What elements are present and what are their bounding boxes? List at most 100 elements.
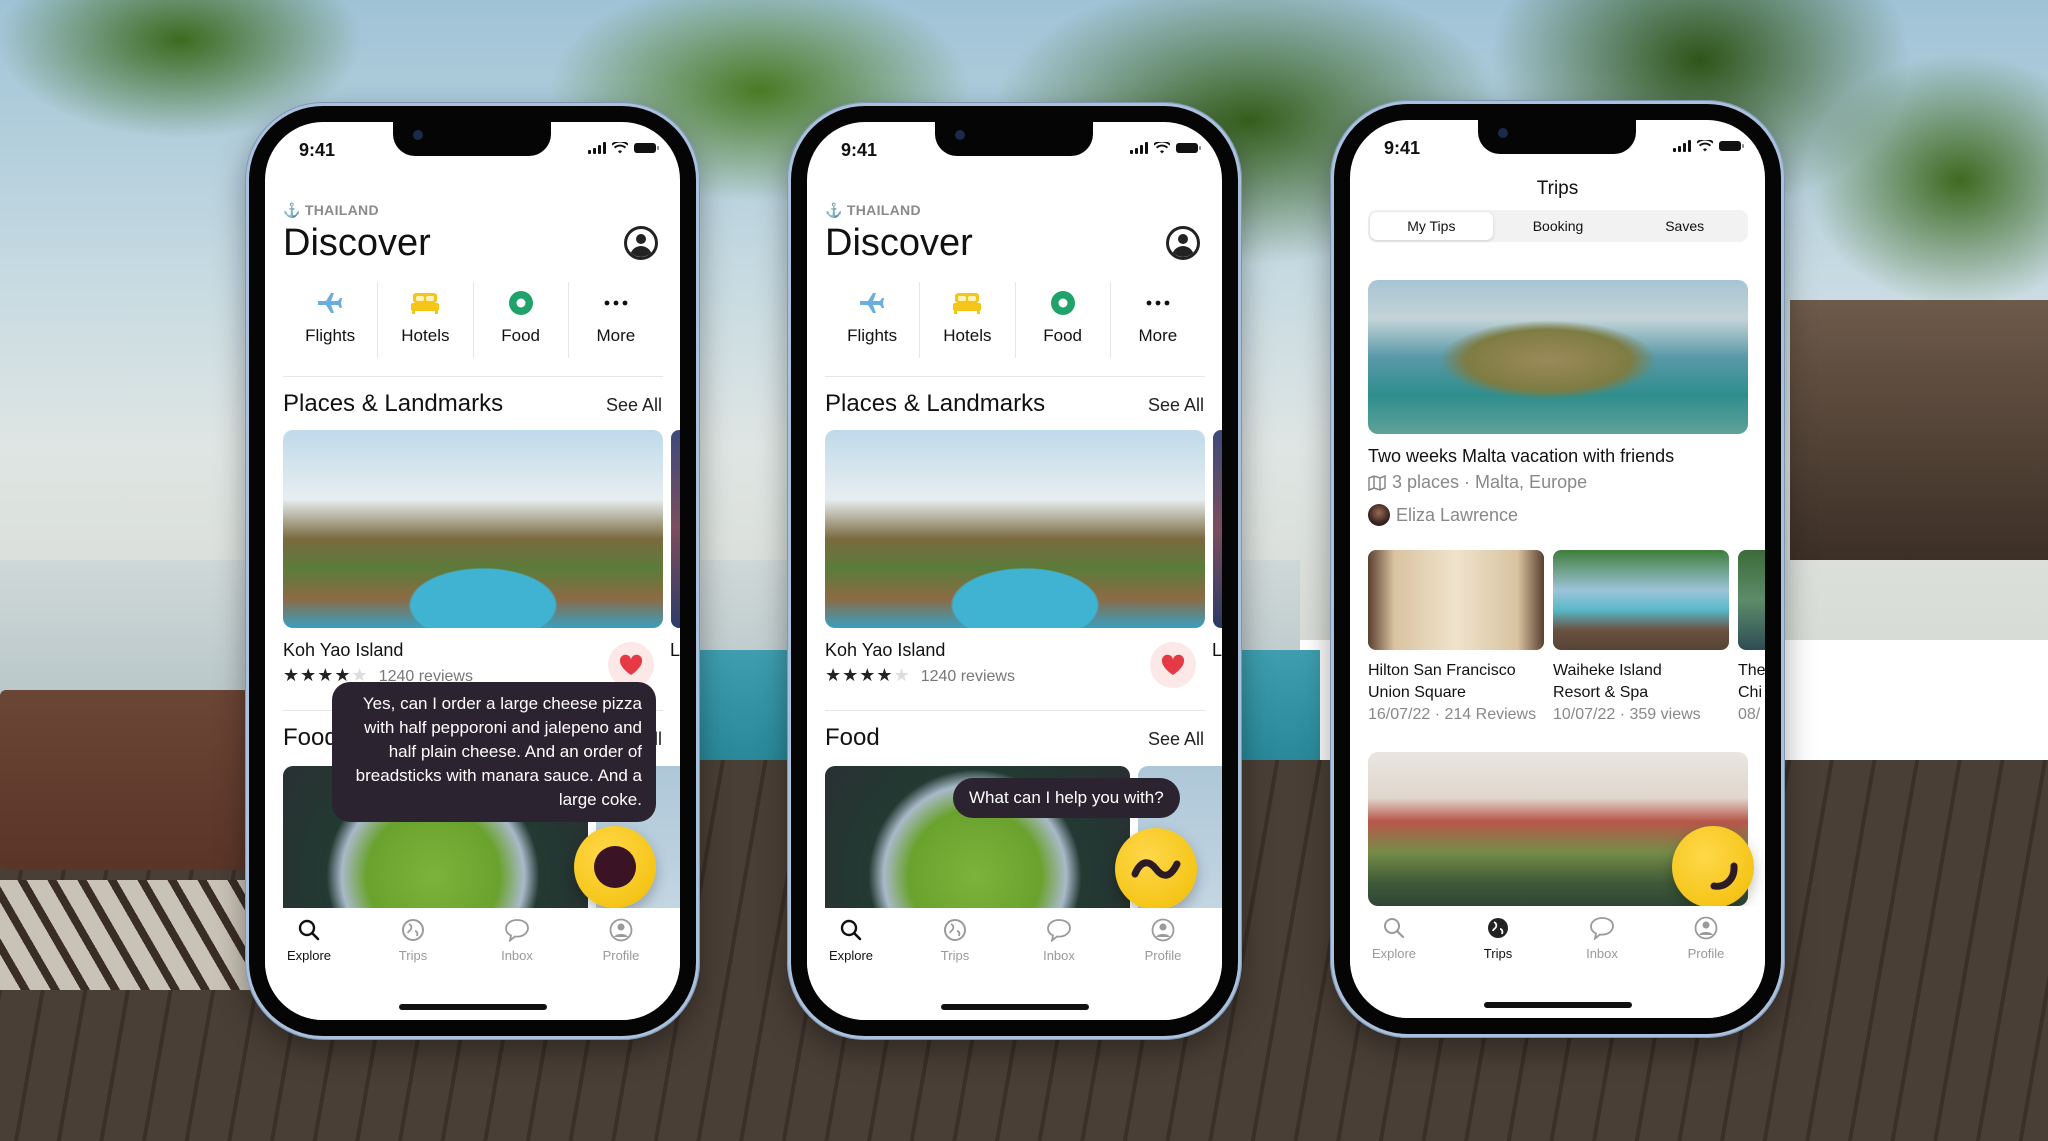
next-card-peek[interactable]	[1213, 430, 1222, 628]
see-all-food-link[interactable]: See All	[1148, 729, 1204, 750]
signal-icon	[588, 142, 606, 154]
next-card-title-peek: L	[670, 640, 680, 660]
category-flights[interactable]: Flights	[283, 282, 379, 358]
featured-trip-title[interactable]: Two weeks Malta vacation with friends	[1368, 446, 1674, 467]
chat-bubble-icon	[1590, 917, 1614, 940]
next-card-title-peek: L	[1212, 640, 1222, 660]
tab-explore[interactable]: Explore	[811, 918, 891, 963]
trip-item-meta: 10/07/22 · 359 views	[1553, 706, 1701, 723]
battery-icon	[634, 143, 659, 153]
featured-trip-meta: 3 places · Malta, Europe	[1368, 472, 1587, 493]
status-time: 9:41	[841, 140, 878, 160]
next-card-peek[interactable]	[671, 430, 680, 628]
more-dots-icon	[604, 288, 628, 318]
tab-profile[interactable]: Profile	[1666, 916, 1746, 961]
more-dots-icon	[1146, 288, 1170, 318]
tab-trips[interactable]: Trips	[1458, 916, 1538, 961]
profile-icon	[609, 918, 633, 942]
chat-bubble-icon	[1047, 919, 1071, 942]
status-time: 9:41	[1384, 138, 1421, 158]
trip-item-meta: 08/	[1738, 706, 1761, 723]
tab-bar: Explore Trips Inbox Profile	[807, 908, 1222, 1020]
section-title-places: Places & Landmarks	[825, 390, 1046, 417]
screen: 9:41 ⚓ THAILAND Discover Flights Hotels …	[807, 122, 1222, 1020]
tab-inbox[interactable]: Inbox	[1562, 916, 1642, 961]
assistant-button[interactable]	[574, 826, 656, 908]
search-icon	[840, 919, 862, 941]
trip-item-meta: 16/07/22 · 214 Reviews	[1368, 706, 1537, 723]
category-food[interactable]: Food	[474, 282, 569, 358]
see-all-places-link[interactable]: See All	[1148, 395, 1204, 416]
home-indicator	[941, 1004, 1089, 1010]
section-title-food: Food	[283, 724, 338, 751]
trip-item-card[interactable]: Waiheke Island Resort & Spa 10/07/22 · 35…	[1553, 550, 1729, 724]
home-indicator	[1484, 1002, 1632, 1008]
page-title: Trips	[1536, 178, 1579, 199]
see-all-places-link[interactable]: See All	[606, 395, 662, 416]
status-icons	[588, 142, 659, 154]
profile-avatar-button[interactable]	[1166, 226, 1200, 260]
assistant-button[interactable]	[1672, 826, 1754, 908]
trip-item-card[interactable]: The Chi 08/	[1738, 550, 1765, 724]
category-hotels[interactable]: Hotels	[378, 282, 474, 358]
signal-icon	[1673, 140, 1691, 152]
place-card-image[interactable]	[283, 430, 663, 628]
page-title: Discover	[825, 222, 973, 264]
assistant-smile-icon	[1710, 862, 1738, 890]
status-time: 9:41	[299, 140, 336, 160]
airplane-icon	[858, 288, 886, 318]
globe-icon	[1488, 918, 1508, 938]
trip-item-name: Waiheke Island Resort & Spa	[1553, 662, 1662, 701]
divider	[825, 710, 1205, 711]
category-more[interactable]: More	[1111, 282, 1205, 358]
section-title-places: Places & Landmarks	[283, 390, 504, 417]
tab-trips[interactable]: Trips	[373, 918, 453, 963]
profile-avatar-button[interactable]	[624, 226, 658, 260]
airplane-icon	[316, 288, 344, 318]
food-pin-icon	[1050, 288, 1076, 318]
review-count: 1240 reviews	[920, 668, 1015, 685]
trip-item-card[interactable]: Hilton San Francisco Union Square 16/07/2…	[1368, 550, 1544, 724]
featured-trip-image[interactable]	[1368, 280, 1748, 434]
tab-inbox[interactable]: Inbox	[1019, 918, 1099, 963]
category-flights[interactable]: Flights	[825, 282, 921, 358]
author-avatar	[1368, 504, 1390, 526]
chat-bubble-icon	[505, 919, 529, 942]
assistant-button[interactable]	[1115, 828, 1197, 910]
category-more[interactable]: More	[569, 282, 663, 358]
place-name[interactable]: Koh Yao Island	[825, 640, 945, 661]
like-button[interactable]	[1150, 642, 1196, 688]
star-rating: ★★★★★ 1240 reviews	[825, 665, 1015, 685]
profile-icon	[1694, 916, 1718, 940]
place-card-image[interactable]	[825, 430, 1205, 628]
globe-icon	[944, 919, 966, 941]
trip-item-image	[1738, 550, 1765, 650]
tab-explore[interactable]: Explore	[1354, 916, 1434, 961]
category-food[interactable]: Food	[1016, 282, 1111, 358]
globe-icon	[402, 919, 424, 941]
tab-trips[interactable]: Trips	[915, 918, 995, 963]
trip-item-name: The Chi	[1738, 662, 1765, 701]
tab-profile[interactable]: Profile	[1123, 918, 1203, 963]
notch	[1478, 120, 1636, 154]
tab-profile[interactable]: Profile	[581, 918, 661, 963]
home-indicator	[399, 1004, 547, 1010]
category-hotels[interactable]: Hotels	[920, 282, 1016, 358]
segment-my-tips[interactable]: My Tips	[1370, 212, 1493, 240]
place-name[interactable]: Koh Yao Island	[283, 640, 403, 661]
location-label: ⚓ THAILAND	[825, 202, 921, 218]
wifi-icon	[612, 142, 628, 154]
segment-saves[interactable]: Saves	[1623, 212, 1746, 240]
tab-inbox[interactable]: Inbox	[477, 918, 557, 963]
segment-booking[interactable]: Booking	[1497, 212, 1620, 240]
wifi-icon	[1697, 140, 1713, 152]
assistant-prompt-bubble: What can I help you with?	[953, 778, 1180, 818]
heart-icon	[1161, 654, 1185, 675]
screen: 9:41 ⚓ THAILAND Discover Flights Hotels …	[265, 122, 680, 1020]
food-pin-icon	[508, 288, 534, 318]
page-title: Discover	[283, 222, 431, 264]
tab-explore[interactable]: Explore	[269, 918, 349, 963]
heart-icon	[619, 654, 643, 675]
category-row: Flights Hotels Food More	[283, 282, 663, 358]
battery-icon	[1719, 141, 1744, 151]
